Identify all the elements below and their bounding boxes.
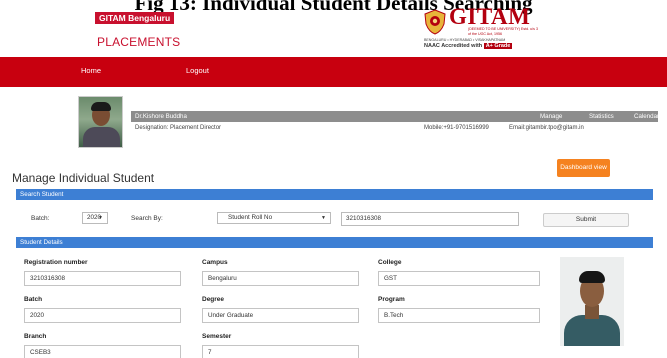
placements-title: PLACEMENTS [97, 35, 181, 49]
college-label: College [378, 259, 402, 266]
page-title: Manage Individual Student [12, 171, 155, 185]
profile-avatar [78, 96, 123, 148]
dashboard-view-button[interactable]: Dashboard view [557, 159, 610, 177]
semester-label: Semester [202, 333, 232, 340]
naac-accreditation: NAAC Accredited with A+ Grade [424, 43, 513, 49]
search-by-label: Search By: [131, 215, 163, 222]
search-by-select-value: Student Roll No [228, 214, 273, 221]
gitam-bengaluru-badge: GITAM Bengaluru [95, 12, 175, 24]
student-details-title: Student Details [20, 238, 63, 246]
menu-statistics[interactable]: Statistics [589, 113, 614, 120]
degree-label: Degree [202, 296, 225, 303]
search-student-header: Search Student [16, 189, 653, 200]
submit-button[interactable]: Submit [543, 213, 629, 227]
search-by-select[interactable]: Student Roll No ▼ [217, 212, 331, 224]
menu-calendar[interactable]: Calendar [634, 113, 659, 120]
search-student-title: Search Student [20, 190, 64, 198]
gitam-logo: GITAM (DEEMED TO BE UNIVERSITY) Estd. u/… [424, 4, 589, 50]
profile-name: Dr.Kishore Buddha [135, 112, 187, 120]
program-field: B.Tech [378, 308, 540, 323]
naac-grade: A+ Grade [483, 43, 513, 49]
top-navbar: Home Logout [0, 57, 667, 87]
menu-manage[interactable]: Manage [540, 113, 562, 120]
profile-info-bar: Dr.Kishore Buddha Manage Statistics Cale… [131, 111, 659, 122]
gitam-subtitle: (DEEMED TO BE UNIVERSITY) Estd. u/s 3 of… [468, 27, 538, 36]
registration-number-field: 3210316308 [24, 271, 181, 286]
nav-home-link[interactable]: Home [81, 66, 101, 75]
chevron-down-icon: ▼ [321, 215, 326, 221]
branch-label: Branch [24, 333, 47, 340]
college-field: GST [378, 271, 540, 286]
profile-mobile: Mobile:+91-9701516999 [424, 125, 489, 131]
naac-text: NAAC Accredited with [424, 43, 483, 49]
branch-field: CSEB3 [24, 345, 181, 358]
profile-email: Email:gitambir.tpo@gitam.in [509, 125, 584, 131]
program-label: Program [378, 296, 405, 303]
batch-select[interactable]: 2020 ▼ [82, 212, 108, 224]
batch-field: 2020 [24, 308, 181, 323]
semester-field: 7 [202, 345, 359, 358]
degree-field: Under Graduate [202, 308, 359, 323]
campus-label: Campus [202, 259, 228, 266]
gitam-locations: BENGALURU • HYDERABAD • VISAKHAPATNAM [424, 38, 506, 42]
registration-number-label: Registration number [24, 259, 88, 266]
batch-label: Batch: [31, 215, 50, 222]
student-photo [560, 257, 624, 346]
campus-field: Bengaluru [202, 271, 359, 286]
search-query-input[interactable]: 3210316308 [341, 212, 519, 226]
profile-designation: Designation: Placement Director [135, 125, 222, 131]
nav-logout-link[interactable]: Logout [186, 66, 209, 75]
batch-field-label: Batch [24, 296, 43, 303]
gitam-seal-icon [424, 9, 446, 35]
student-details-header: Student Details [16, 237, 653, 248]
chevron-down-icon: ▼ [98, 215, 103, 221]
